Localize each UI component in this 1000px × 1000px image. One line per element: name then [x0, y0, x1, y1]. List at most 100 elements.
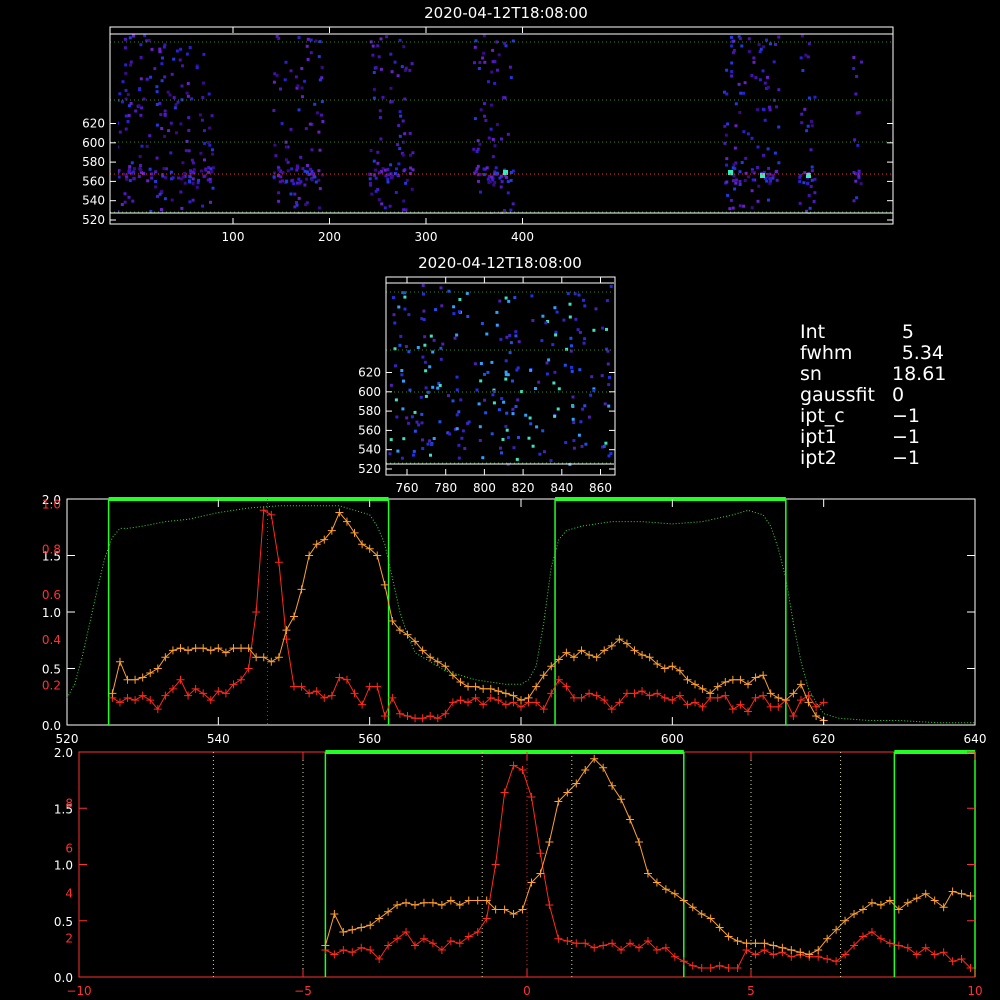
series-point-red: [653, 689, 662, 698]
pixel: [478, 61, 482, 64]
pixel: [603, 402, 607, 406]
series-point-red: [715, 961, 724, 970]
series-point-orange: [509, 691, 518, 700]
pixel: [320, 66, 324, 69]
pixel: [810, 120, 813, 123]
pixel: [571, 417, 575, 421]
pixel: [400, 65, 404, 69]
pixel: [485, 332, 489, 336]
pixel: [306, 58, 310, 61]
pixel: [197, 178, 201, 182]
series-point-red: [721, 691, 730, 700]
pixel: [455, 388, 459, 392]
series-point-red: [713, 693, 722, 702]
series-point-orange: [115, 657, 124, 666]
pixel: [389, 438, 393, 442]
series-point-red: [751, 693, 760, 702]
pixel: [124, 63, 128, 67]
pixel: [553, 306, 557, 310]
pixel: [128, 36, 132, 40]
pixel: [502, 96, 506, 100]
pixel: [277, 191, 281, 195]
series-point-red: [252, 608, 261, 616]
pixel: [491, 155, 495, 159]
pixel: [487, 80, 490, 84]
pixel: [139, 77, 143, 81]
pixel: [423, 335, 427, 339]
series-point-red: [403, 711, 412, 720]
pixel: [493, 181, 497, 184]
pixel: [768, 108, 772, 112]
pixel: [160, 62, 164, 66]
pixel: [321, 120, 325, 123]
pixel: [609, 452, 613, 456]
series-point-red: [501, 700, 510, 709]
series-point-orange: [509, 910, 518, 918]
pixel: [400, 456, 404, 460]
pixel: [191, 161, 195, 165]
series-point-orange: [921, 889, 930, 898]
pixel: [805, 129, 809, 133]
series-point-red: [766, 702, 775, 711]
top-image-panel: 2020-04-12T18:08:00 520 540 560 580 600 620 10…: [82, 4, 894, 244]
series-point-red: [930, 950, 939, 959]
pixel: [762, 153, 765, 157]
pixel: [150, 176, 154, 180]
pixel: [286, 169, 290, 173]
pixel: [540, 339, 544, 343]
pixel: [756, 199, 760, 203]
pixel: [318, 78, 322, 82]
series-point-red: [426, 711, 435, 720]
pixel: [761, 107, 765, 111]
pixel: [504, 359, 508, 363]
pixel: [609, 284, 613, 288]
series-point-orange: [698, 684, 707, 693]
pixel: [180, 206, 184, 210]
pixel: [118, 92, 122, 96]
top-image-ytick-label: 540: [82, 194, 105, 208]
pixel: [127, 195, 131, 199]
pixel: [399, 334, 403, 338]
pixel: [169, 151, 173, 155]
pixel: [289, 69, 293, 73]
pixel: [733, 146, 737, 150]
pixel: [514, 405, 518, 408]
pixel: [118, 130, 122, 134]
pixel: [499, 446, 502, 450]
pixel: [812, 200, 816, 203]
pixel: [390, 100, 394, 104]
series-point-orange: [759, 671, 768, 680]
pixel: [484, 411, 488, 415]
pixel: [120, 203, 124, 206]
pixel: [583, 304, 587, 308]
pixel: [487, 181, 491, 184]
pixel: [401, 153, 405, 157]
series-point-red: [626, 939, 635, 948]
pixel: [204, 168, 208, 172]
pixel: [554, 330, 558, 334]
pixel: [160, 127, 164, 130]
pixel: [813, 177, 817, 181]
pixel: [743, 81, 747, 85]
pixel: [491, 138, 495, 141]
pixel: [121, 80, 125, 84]
pixel: [369, 149, 373, 152]
pixel: [772, 60, 776, 64]
pixel: [766, 147, 770, 151]
pixel: [432, 437, 436, 440]
pixel: [211, 186, 215, 190]
series-point-orange: [297, 585, 306, 594]
pixel: [277, 199, 281, 203]
series-point-red: [590, 943, 599, 952]
pixel: [296, 84, 300, 88]
pixel: [500, 397, 504, 401]
series-point-red: [903, 943, 912, 952]
pixel: [511, 407, 515, 411]
pixel: [490, 360, 494, 364]
pixel: [290, 167, 294, 171]
series-point-orange: [486, 684, 495, 693]
pixel: [132, 176, 136, 180]
series-point-red: [645, 691, 654, 700]
top-image-title: 2020-04-12T18:08:00: [424, 4, 588, 22]
series-point-red: [131, 696, 140, 705]
